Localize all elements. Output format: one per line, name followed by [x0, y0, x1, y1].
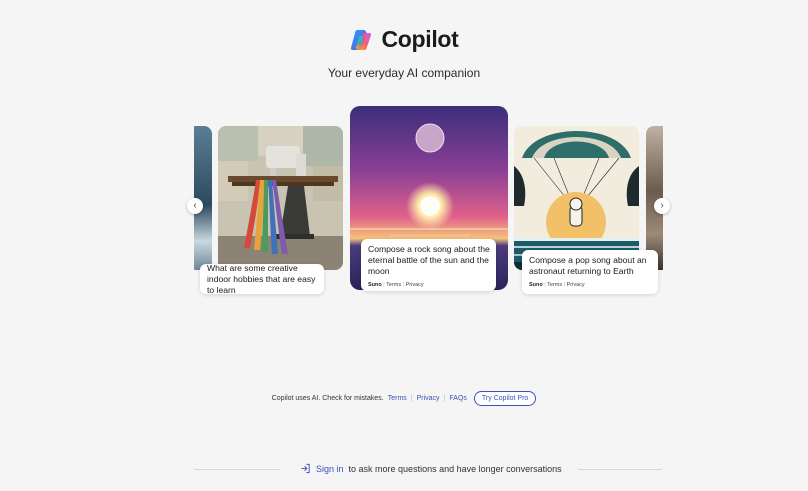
provider-name: Suno [529, 282, 543, 288]
meta-divider: | [544, 282, 546, 288]
chevron-left-icon: ‹ [193, 200, 197, 211]
copilot-logo-icon [351, 29, 372, 50]
provider-meta: Suno | Terms | Privacy [368, 282, 490, 289]
app-subtitle: Your everyday AI companion [327, 65, 481, 80]
provider-terms-link[interactable]: Terms [386, 282, 401, 288]
try-copilot-pro-button[interactable]: Try Copilot Pro [473, 391, 537, 406]
sign-in-link[interactable]: Sign in [316, 464, 344, 474]
provider-meta: Suno | Terms | Privacy [529, 282, 652, 289]
brand-header: Copilot Your everyday AI companion [0, 26, 808, 80]
sign-in-prompt: Sign in to ask more questions and have l… [300, 463, 562, 474]
suggestion-card-hobbies[interactable]: What are some creative indoor hobbies th… [200, 262, 324, 295]
divider-line [578, 469, 662, 470]
carousel-prev-button[interactable]: ‹ [187, 198, 203, 214]
suggestion-prompt: What are some creative indoor hobbies th… [207, 262, 316, 295]
meta-divider: | [383, 282, 385, 288]
suggestion-prompt: Compose a rock song about the eternal ba… [368, 244, 490, 276]
provider-privacy-link[interactable]: Privacy [406, 282, 424, 288]
chevron-right-icon: › [660, 200, 664, 211]
divider-line [194, 469, 280, 470]
ai-notice: Copilot uses AI. Check for mistakes. [271, 395, 384, 402]
sewing-machine-image[interactable] [218, 126, 343, 270]
suggestion-card-rock-song[interactable]: Compose a rock song about the eternal ba… [361, 239, 496, 291]
suggestion-prompt: Compose a pop song about an astronaut re… [529, 255, 647, 276]
sign-in-description: to ask more questions and have longer co… [348, 463, 562, 474]
suggestion-carousel: What are some creative indoor hobbies th… [194, 104, 663, 299]
footer-divider: | [410, 395, 413, 402]
provider-privacy-link[interactable]: Privacy [567, 282, 585, 288]
footer-bar: Copilot uses AI. Check for mistakes. Ter… [0, 391, 808, 406]
astronaut-parachute-image[interactable] [514, 126, 639, 270]
provider-name: Suno [368, 282, 382, 288]
terms-link[interactable]: Terms [388, 395, 407, 402]
carousel-next-button[interactable]: › [654, 198, 670, 214]
faqs-link[interactable]: FAQs [449, 395, 467, 402]
privacy-link[interactable]: Privacy [417, 395, 440, 402]
provider-terms-link[interactable]: Terms [547, 282, 562, 288]
footer-divider: | [443, 395, 446, 402]
suggestion-card-pop-song[interactable]: Compose a pop song about an astronaut re… [522, 250, 658, 294]
sign-in-icon[interactable] [300, 463, 311, 474]
meta-divider: | [563, 282, 566, 288]
sign-in-bar: Sign in to ask more questions and have l… [0, 461, 808, 477]
app-title: Copilot [381, 26, 459, 52]
meta-divider: | [402, 282, 405, 288]
